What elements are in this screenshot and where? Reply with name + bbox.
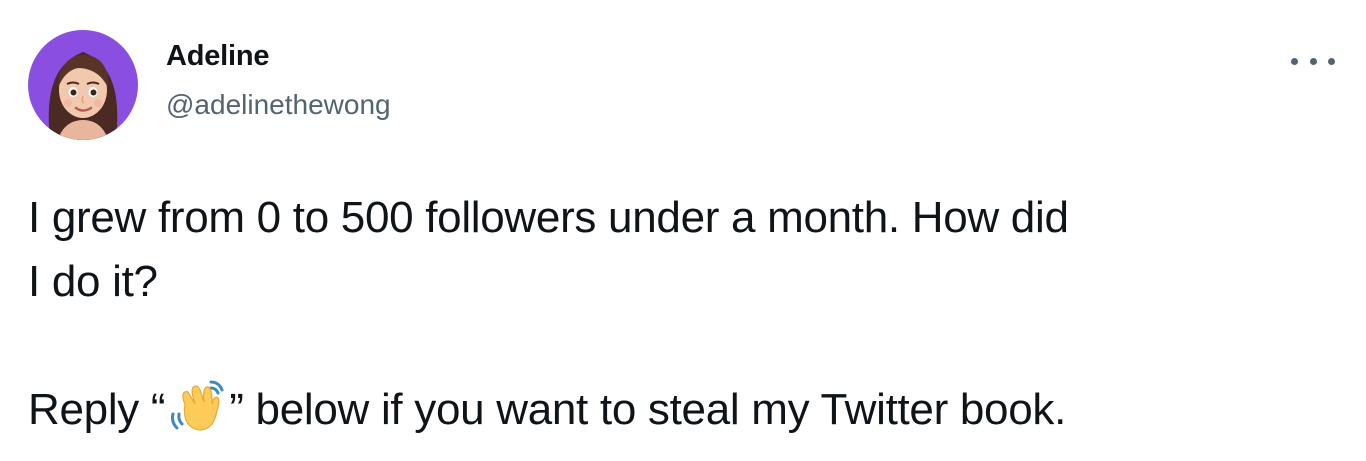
more-dot xyxy=(1328,57,1335,65)
tweet-body: I grew from 0 to 500 followers under a m… xyxy=(28,186,1338,314)
tweet-text-reply-line: Reply “ ” below if you want to steal my … xyxy=(28,374,1066,442)
waving-hand-emoji-icon xyxy=(167,374,227,434)
display-name[interactable]: Adeline xyxy=(166,40,270,73)
more-horizontal-icon xyxy=(1291,57,1298,65)
more-dot xyxy=(1309,57,1317,65)
reply-prefix-text: Reply “ xyxy=(28,385,166,434)
tweet-text-line-2: I do it? xyxy=(28,257,158,306)
memoji-avatar-icon xyxy=(28,30,138,140)
more-options-button[interactable] xyxy=(1291,46,1335,76)
tweet-text-line-1: I grew from 0 to 500 followers under a m… xyxy=(28,193,1069,242)
tweet-card[interactable]: Adeline @adelinethewong I grew from 0 to… xyxy=(0,0,1366,461)
user-handle[interactable]: @adelinethewong xyxy=(166,89,391,121)
reply-suffix-text: ” below if you want to steal my Twitter … xyxy=(229,385,1067,434)
avatar[interactable] xyxy=(28,30,138,140)
